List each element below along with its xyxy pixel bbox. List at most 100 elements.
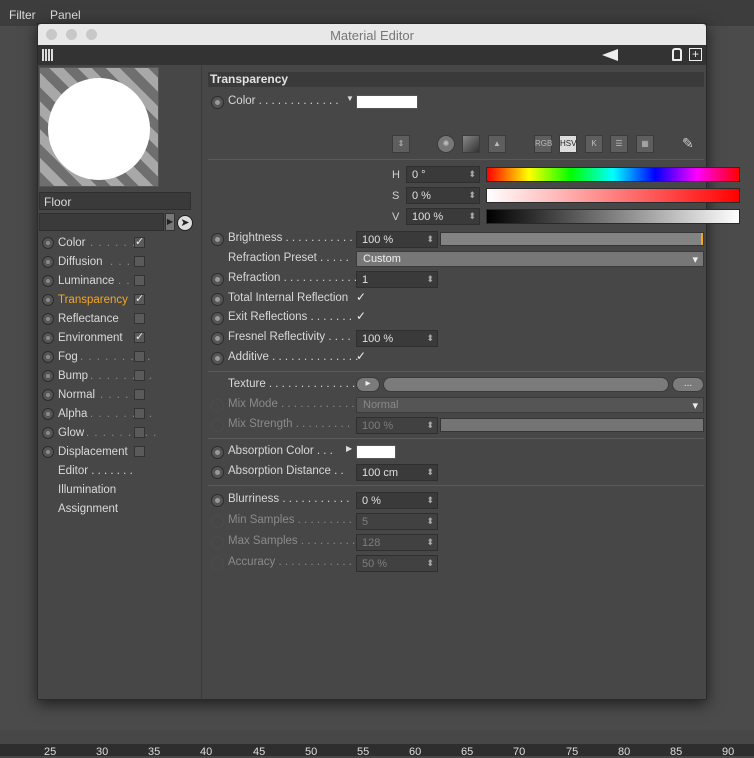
refraction-field[interactable]: 1: [356, 271, 438, 288]
channel-checkbox[interactable]: [134, 313, 145, 324]
exit-reflections-radio-icon[interactable]: [211, 312, 224, 325]
refraction-preset-dropdown[interactable]: Custom: [356, 251, 704, 267]
material-selector-arrow-icon[interactable]: ▶: [165, 213, 175, 231]
radio-icon[interactable]: [42, 370, 54, 382]
channel-alpha[interactable]: Alpha. . . . . . . .: [38, 405, 202, 424]
value-field[interactable]: 100 %: [406, 208, 480, 225]
grip-icon[interactable]: [42, 49, 54, 61]
radio-icon[interactable]: [42, 294, 54, 306]
radio-icon[interactable]: [42, 275, 54, 287]
fresnel-radio-icon[interactable]: [211, 332, 224, 345]
swatches-icon[interactable]: ▦: [636, 135, 654, 153]
texture-menu-button[interactable]: ▸: [356, 377, 380, 392]
color-swatch[interactable]: [356, 95, 418, 109]
timeline-ruler[interactable]: 25 30 35 40 45 50 55 60 65 70 75 80 85 9…: [0, 744, 754, 758]
brightness-radio-icon[interactable]: [211, 233, 224, 246]
mixer-icon[interactable]: ☰: [610, 135, 628, 153]
channel-checkbox[interactable]: [134, 370, 145, 381]
fresnel-field[interactable]: 100 %: [356, 330, 438, 347]
menu-panel[interactable]: Panel: [50, 8, 81, 22]
window-titlebar[interactable]: Material Editor: [38, 24, 706, 45]
channel-checkbox[interactable]: ✓: [134, 294, 145, 305]
texture-slot[interactable]: [383, 377, 669, 392]
hue-field[interactable]: 0 °: [406, 166, 480, 183]
radio-icon[interactable]: [42, 351, 54, 363]
expand-arrow-icon[interactable]: ▶: [346, 444, 352, 453]
channel-luminance[interactable]: Luminance. . .: [38, 272, 202, 291]
channel-fog[interactable]: Fog. . . . . . . . .: [38, 348, 202, 367]
channel-reflectance[interactable]: Reflectance: [38, 310, 202, 329]
material-selector[interactable]: [39, 213, 164, 231]
image-icon[interactable]: ▲: [488, 135, 506, 153]
hsv-mode-button[interactable]: HSV: [559, 135, 577, 153]
absorption-distance-field[interactable]: 100 cm: [356, 464, 438, 481]
rgb-mode-button[interactable]: RGB: [534, 135, 552, 153]
channel-checkbox[interactable]: [134, 256, 145, 267]
channel-checkbox[interactable]: ✓: [134, 332, 145, 343]
radio-icon[interactable]: [42, 332, 54, 344]
accuracy-field[interactable]: 50 %: [356, 555, 438, 572]
saturation-slider[interactable]: [486, 188, 740, 203]
exit-reflections-checkbox[interactable]: ✓: [356, 310, 368, 323]
channel-checkbox[interactable]: [134, 389, 145, 400]
max-samples-radio-icon[interactable]: [211, 536, 224, 549]
sidebar-item-editor[interactable]: Editor . . . . . . .: [58, 465, 133, 477]
mix-strength-field[interactable]: 100 %: [356, 417, 438, 434]
channel-checkbox[interactable]: [134, 351, 145, 362]
absorption-distance-radio-icon[interactable]: [211, 466, 224, 479]
blurriness-radio-icon[interactable]: [211, 494, 224, 507]
channel-checkbox[interactable]: ✓: [134, 237, 145, 248]
max-samples-field[interactable]: 128: [356, 534, 438, 551]
channel-checkbox[interactable]: [134, 446, 145, 457]
radio-icon[interactable]: [42, 408, 54, 420]
radio-icon[interactable]: [42, 313, 54, 325]
menu-filter[interactable]: Filter: [9, 8, 36, 22]
material-preview[interactable]: [39, 67, 159, 187]
pick-material-icon[interactable]: ➤: [177, 215, 193, 231]
refraction-radio-icon[interactable]: [211, 273, 224, 286]
additive-radio-icon[interactable]: [211, 352, 224, 365]
brightness-field[interactable]: 100 %: [356, 231, 438, 248]
color-wheel-icon[interactable]: ✺: [437, 135, 455, 153]
new-panel-icon[interactable]: +: [689, 48, 702, 61]
eyedropper-icon[interactable]: ✎: [682, 135, 700, 153]
min-samples-radio-icon[interactable]: [211, 515, 224, 528]
mix-strength-radio-icon[interactable]: [211, 419, 224, 432]
back-arrow-icon[interactable]: [602, 49, 618, 61]
channel-color[interactable]: Color. . . . . . . ✓: [38, 234, 202, 253]
radio-icon[interactable]: [42, 237, 54, 249]
kelvin-mode-button[interactable]: K: [585, 135, 603, 153]
min-samples-field[interactable]: 5: [356, 513, 438, 530]
absorption-color-radio-icon[interactable]: [211, 446, 224, 459]
accuracy-radio-icon[interactable]: [211, 557, 224, 570]
total-internal-checkbox[interactable]: ✓: [356, 291, 368, 304]
channel-bump[interactable]: Bump. . . . . . . .: [38, 367, 202, 386]
channel-transparency[interactable]: Transparency ✓: [38, 291, 202, 310]
channel-checkbox[interactable]: [134, 408, 145, 419]
channel-checkbox[interactable]: [134, 427, 145, 438]
expand-arrow-icon[interactable]: ▼: [346, 94, 354, 103]
radio-icon[interactable]: [42, 256, 54, 268]
total-internal-radio-icon[interactable]: [211, 293, 224, 306]
absorption-color-swatch[interactable]: [356, 445, 396, 459]
channel-glow[interactable]: Glow. . . . . . . . .: [38, 424, 202, 443]
color-radio-icon[interactable]: [211, 96, 224, 109]
blurriness-field[interactable]: 0 %: [356, 492, 438, 509]
material-name-field[interactable]: Floor: [39, 192, 191, 210]
lock-icon[interactable]: [672, 48, 682, 61]
saturation-field[interactable]: 0 %: [406, 187, 480, 204]
color-picker-icon[interactable]: ⇕: [392, 135, 410, 153]
channel-normal[interactable]: Normal. . . . . .: [38, 386, 202, 405]
brightness-slider[interactable]: [440, 232, 704, 246]
hue-slider[interactable]: [486, 167, 740, 182]
mix-mode-radio-icon[interactable]: [211, 399, 224, 412]
mix-strength-slider[interactable]: [440, 418, 704, 432]
radio-icon[interactable]: [42, 446, 54, 458]
channel-diffusion[interactable]: Diffusion. . . .: [38, 253, 202, 272]
radio-icon[interactable]: [42, 427, 54, 439]
channel-displacement[interactable]: Displacement: [38, 443, 202, 462]
channel-checkbox[interactable]: [134, 275, 145, 286]
sidebar-item-illumination[interactable]: Illumination: [58, 484, 116, 496]
sidebar-item-assignment[interactable]: Assignment: [58, 503, 118, 515]
mix-mode-dropdown[interactable]: Normal: [356, 397, 704, 413]
